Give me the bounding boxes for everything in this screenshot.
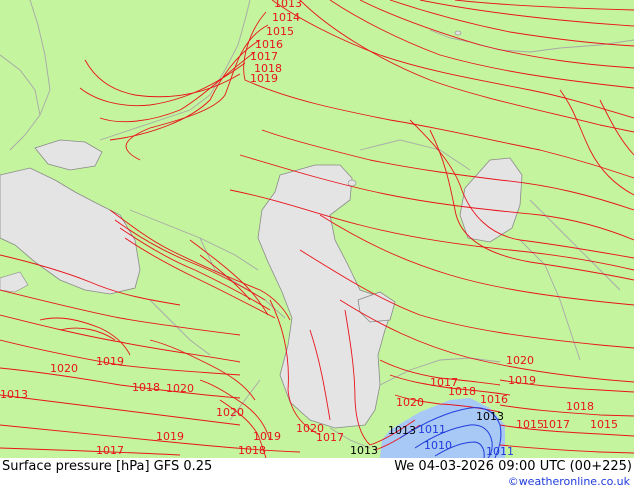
credit-link[interactable]: ©weatheronline.co.uk	[508, 475, 630, 488]
map-datetime: We 04-03-2026 09:00 UTC (00+225)	[394, 459, 632, 474]
isobar-label: 1019	[253, 430, 281, 443]
isobar-label: 1015	[266, 25, 294, 38]
isobar-label: 1018	[238, 444, 266, 457]
isobar-label: 1019	[96, 355, 124, 368]
isobar-label: 1018	[132, 381, 160, 394]
isobar-label: 1015	[590, 418, 618, 431]
isobar-label: 1019	[156, 430, 184, 443]
small-lake	[347, 179, 357, 187]
pressure-map: 1013 1014 1015 1016 1017 1018 1019 1020 …	[0, 0, 634, 458]
isobar-label: 1015	[516, 418, 544, 431]
isobar-label: 1013	[274, 0, 302, 10]
isobar-label: 1013	[0, 388, 28, 401]
isobar-label: 1020	[396, 396, 424, 409]
isobar-label: 1016	[480, 393, 508, 406]
isobar-label: 1017	[96, 444, 124, 457]
isobar-label: 1014	[272, 11, 300, 24]
isobar-label: 1020	[506, 354, 534, 367]
isobar-label-low: 1010	[424, 439, 452, 452]
isobar-label-low: 1011	[418, 423, 446, 436]
isobar-label: 1013	[388, 424, 416, 437]
map-title: Surface pressure [hPa] GFS 0.25	[2, 459, 213, 474]
isobar-label: 1018	[448, 385, 476, 398]
isobar-label: 1020	[50, 362, 78, 375]
isobar-label: 1017	[542, 418, 570, 431]
map-footer: Surface pressure [hPa] GFS 0.25 We 04-03…	[0, 458, 634, 490]
isobar-label: 1020	[296, 422, 324, 435]
isobar-label: 1019	[508, 374, 536, 387]
small-lake	[454, 30, 462, 36]
isobar-label: 1018	[566, 400, 594, 413]
isobar-label-low: 1011	[486, 445, 514, 458]
isobar-label: 1019	[250, 72, 278, 85]
isobar-label: 1013	[350, 444, 378, 457]
isobar-label: 1020	[166, 382, 194, 395]
isobar-label: 1020	[216, 406, 244, 419]
isobar-label: 1013	[476, 410, 504, 423]
map-canvas: 1013 1014 1015 1016 1017 1018 1019 1020 …	[0, 0, 634, 458]
